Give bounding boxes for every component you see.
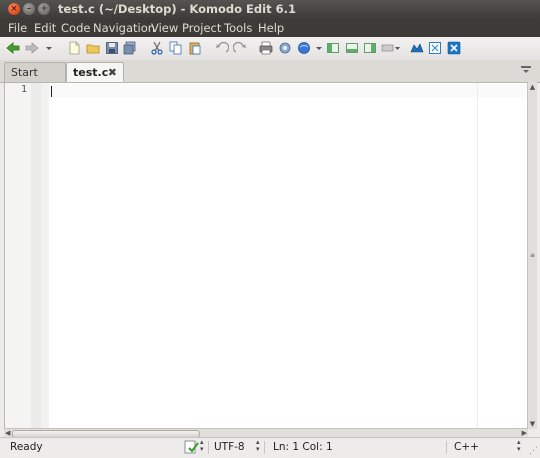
scroll-down-icon[interactable]: ▼: [529, 420, 536, 428]
application-window: × – + test.c (~/Desktop) - Komodo Edit 6…: [0, 0, 540, 458]
syntax-dropdown-icon[interactable]: ▴ ▾: [200, 439, 204, 453]
tab-list-menu-icon[interactable]: [520, 65, 532, 75]
marker-margin[interactable]: [41, 83, 49, 428]
browser-dropdown-icon[interactable]: [312, 41, 326, 55]
maximize-window-button[interactable]: +: [38, 3, 50, 15]
back-arrow-icon[interactable]: [6, 41, 20, 55]
print-icon[interactable]: [259, 41, 273, 55]
save-icon[interactable]: [105, 41, 119, 55]
line-number: 1: [20, 84, 27, 95]
menu-help[interactable]: Help: [258, 21, 284, 35]
text-caret: [51, 86, 52, 97]
current-line-highlight: [49, 84, 527, 97]
debug-icon[interactable]: [278, 41, 292, 55]
menu-edit[interactable]: Edit: [34, 21, 56, 35]
cursor-position: Ln: 1 Col: 1: [273, 441, 333, 453]
close-window-button[interactable]: ×: [8, 3, 20, 15]
menu-view[interactable]: View: [151, 21, 178, 35]
main-toolbar: [0, 37, 540, 61]
minimize-window-button[interactable]: –: [23, 3, 35, 15]
toggle-left-pane-icon[interactable]: [326, 41, 340, 55]
edge-line-guide: [477, 83, 478, 428]
copy-icon[interactable]: [169, 41, 183, 55]
tab-label: test.c: [73, 66, 109, 79]
forward-arrow-icon[interactable]: [25, 41, 39, 55]
window-title: test.c (~/Desktop) - Komodo Edit 6.1: [58, 2, 296, 16]
fold-margin[interactable]: [31, 83, 41, 428]
status-message: Ready: [10, 441, 43, 453]
encoding-indicator[interactable]: UTF-8: [214, 441, 245, 453]
syntax-check-icon[interactable]: [184, 440, 200, 457]
tab-start-page[interactable]: Start Page: [4, 62, 66, 99]
code-editor[interactable]: 1: [4, 82, 528, 429]
paste-icon[interactable]: [188, 41, 202, 55]
menu-code[interactable]: Code: [61, 21, 90, 35]
undo-icon[interactable]: [215, 41, 229, 55]
status-bar: Ready ▴ ▾ UTF-8 ▴ ▾ Ln: 1 Col: 1 C++ ▴ ▾ ⋰: [0, 437, 540, 457]
save-all-icon[interactable]: [123, 41, 137, 55]
history-dropdown-icon[interactable]: [42, 41, 56, 55]
close-tab-icon[interactable]: ✖: [108, 63, 117, 83]
language-indicator[interactable]: C++: [454, 441, 479, 453]
status-separator: [264, 441, 265, 454]
scroll-up-icon[interactable]: ▲: [529, 83, 536, 91]
status-separator: [446, 441, 447, 454]
title-bar: × – + test.c (~/Desktop) - Komodo Edit 6…: [0, 0, 540, 19]
xml-icon[interactable]: [447, 41, 461, 55]
open-folder-icon[interactable]: [86, 41, 100, 55]
line-number-gutter: 1: [5, 83, 31, 428]
scroll-grip-icon[interactable]: ≡: [529, 252, 536, 259]
cut-icon[interactable]: [150, 41, 164, 55]
status-separator: [208, 441, 209, 454]
menu-tools[interactable]: Tools: [224, 21, 252, 35]
scroll-right-icon[interactable]: ▶: [522, 429, 527, 437]
language-dropdown-icon[interactable]: ▴ ▾: [517, 439, 521, 453]
editor-tab-bar: Start Page test.c ✖: [0, 60, 540, 99]
menu-navigation[interactable]: Navigation: [93, 21, 155, 35]
collapse-icon[interactable]: [428, 41, 442, 55]
scroll-left-icon[interactable]: ◀: [5, 429, 10, 437]
menu-bar: File Edit Code Navigation View Project T…: [0, 19, 540, 37]
resize-grip-icon[interactable]: ⋰: [529, 446, 538, 456]
vertical-scrollbar[interactable]: ▲ ≡ ▼: [527, 82, 537, 429]
komodo-logo-icon[interactable]: [410, 41, 424, 55]
menu-file[interactable]: File: [8, 21, 27, 35]
view-dropdown-icon[interactable]: [381, 41, 401, 55]
new-file-icon[interactable]: [67, 41, 81, 55]
menu-project[interactable]: Project: [182, 21, 221, 35]
toggle-right-pane-icon[interactable]: [363, 41, 377, 55]
redo-icon[interactable]: [233, 41, 247, 55]
encoding-dropdown-icon[interactable]: ▴ ▾: [256, 439, 260, 453]
tab-test-c[interactable]: test.c ✖: [66, 62, 124, 82]
toggle-bottom-pane-icon[interactable]: [345, 41, 359, 55]
browser-preview-icon[interactable]: [297, 41, 311, 55]
